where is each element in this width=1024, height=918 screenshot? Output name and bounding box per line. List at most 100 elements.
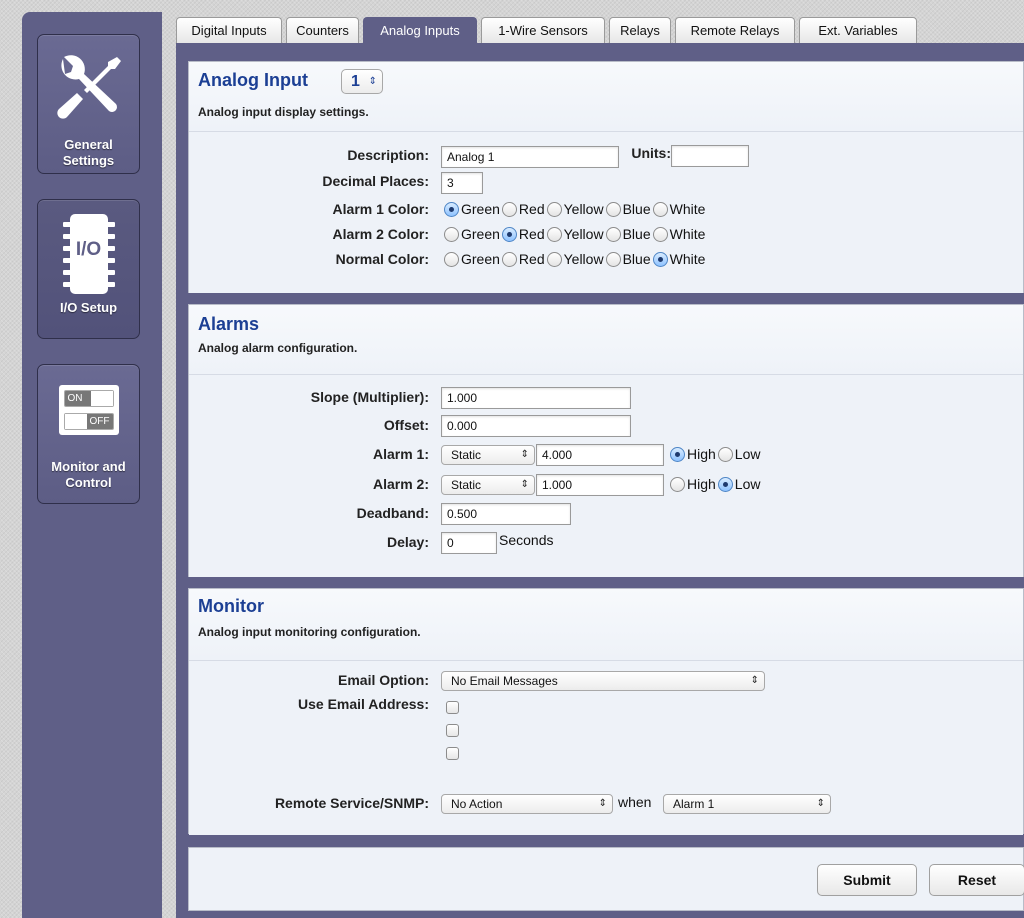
email-address-checkbox-1[interactable] [446,701,459,714]
panel-title: Alarms [198,314,260,334]
offset-input[interactable] [441,415,631,437]
sidebar-item-label: General Settings [62,137,115,168]
monitor-panel: Monitor Analog input monitoring configur… [188,588,1024,835]
panel-subtitle: Analog alarm configuration. [198,341,358,355]
option-label: White [669,201,706,217]
tab-1-wire-sensors[interactable]: 1-Wire Sensors [481,17,605,44]
select-value: Alarm 1 [673,797,715,811]
panel-subtitle: Analog input display settings. [198,105,369,119]
submit-button[interactable]: Submit [817,864,917,896]
alarm2-high-radio[interactable] [670,476,685,492]
alarm1-color-green-radio[interactable] [444,201,459,217]
description-label: Description: [347,147,429,163]
alarm2-color-group: Green Red Yellow Blue White [444,226,707,242]
option-label: Red [518,251,545,267]
alarm1-high-radio[interactable] [670,446,685,462]
panel-title: Analog Input [198,70,308,90]
alarm1-color-blue-radio[interactable] [605,201,621,217]
when-label: when [618,794,652,810]
slope-label: Slope (Multiplier): [310,389,429,405]
units-input[interactable] [671,145,749,167]
description-input[interactable] [441,146,619,168]
remote-service-label: Remote Service/SNMP: [274,795,429,811]
alarm2-mode-select[interactable]: Static ⇕ [441,475,535,495]
select-value: No Action [451,797,503,811]
alarm1-color-red-radio[interactable] [501,201,517,217]
alarm2-value-input[interactable] [536,474,664,496]
email-address-checkbox-2[interactable] [446,724,459,737]
tab-counters[interactable]: Counters [286,17,359,44]
deadband-input[interactable] [441,503,571,525]
sidebar-item-io-setup[interactable]: I/O I/O Setup [37,199,140,339]
option-label: Blue [622,226,651,242]
normal-color-group: Green Red Yellow Blue White [444,251,707,267]
alarm2-color-red-radio[interactable] [501,226,517,242]
alarm1-color-white-radio[interactable] [652,201,668,217]
content-area: Analog Input 1 ⇕ Analog input display se… [176,43,1024,918]
deadband-label: Deadband: [356,505,429,521]
normal-color-yellow-radio[interactable] [546,251,562,267]
option-label: Yellow [563,251,604,267]
offset-label: Offset: [383,417,429,433]
action-bar: Submit Reset [188,847,1024,911]
alarm1-direction-group: High Low [670,446,762,462]
option-label: Green [461,201,500,217]
select-value: No Email Messages [451,674,558,688]
chevron-updown-icon: ⇕ [520,449,529,460]
delay-label: Delay: [386,534,429,550]
tab-ext-variables[interactable]: Ext. Variables [799,17,917,44]
units-label: Units: [631,145,671,161]
delay-input[interactable] [441,532,497,554]
use-email-address-label: Use Email Address: [298,696,429,712]
alarm2-low-radio[interactable] [717,476,733,492]
when-trigger-select[interactable]: Alarm 1 ⇕ [663,794,831,814]
switch-on-text: ON [67,393,83,404]
sidebar-item-general-settings[interactable]: General Settings [37,34,140,174]
chevron-updown-icon: ⇕ [520,479,529,490]
option-label: Yellow [563,201,604,217]
sidebar-item-monitor-and-control[interactable]: ON OFF Monitor and Control [37,364,140,504]
normal-color-label: Normal Color: [335,251,429,267]
panel-subtitle: Analog input monitoring configuration. [198,625,421,639]
analog-input-panel: Analog Input 1 ⇕ Analog input display se… [188,61,1024,293]
alarm1-value-input[interactable] [536,444,664,466]
chip-text: I/O [75,239,102,260]
alarm2-color-white-radio[interactable] [652,226,668,242]
option-label: High [687,446,716,462]
normal-color-red-radio[interactable] [501,251,517,267]
alarm2-color-yellow-radio[interactable] [546,226,562,242]
decimal-places-input[interactable] [441,172,483,194]
alarm1-label: Alarm 1: [372,446,429,462]
normal-color-blue-radio[interactable] [605,251,621,267]
option-label: Yellow [563,226,604,242]
delay-units: Seconds [499,532,554,548]
tab-digital-inputs[interactable]: Digital Inputs [176,17,282,44]
email-address-checkbox-3[interactable] [446,747,459,760]
option-label: Low [734,446,761,462]
alarm2-color-green-radio[interactable] [444,226,459,242]
tab-analog-inputs[interactable]: Analog Inputs [363,17,477,46]
alarm1-color-group: Green Red Yellow Blue White [444,201,707,217]
alarm2-color-blue-radio[interactable] [605,226,621,242]
option-label: High [687,476,716,492]
alarm1-low-radio[interactable] [717,446,733,462]
alarm1-color-yellow-radio[interactable] [546,201,562,217]
analog-input-selector[interactable]: 1 ⇕ [341,69,383,94]
alarm1-mode-select[interactable]: Static ⇕ [441,445,535,465]
select-value: Static [451,478,482,492]
tab-remote-relays[interactable]: Remote Relays [675,17,795,44]
email-option-select[interactable]: No Email Messages ⇕ [441,671,765,691]
sidebar-item-label: I/O Setup [59,300,118,315]
option-label: White [669,226,706,242]
tab-relays[interactable]: Relays [609,17,671,44]
slope-input[interactable] [441,387,631,409]
reset-button[interactable]: Reset [929,864,1024,896]
chevron-updown-icon: ⇕ [816,798,825,809]
on-off-switch-icon: ON OFF [38,385,139,435]
alarm2-label: Alarm 2: [372,476,429,492]
normal-color-green-radio[interactable] [444,251,459,267]
normal-color-white-radio[interactable] [652,251,668,267]
tools-icon [38,49,139,125]
alarm2-color-label: Alarm 2 Color: [332,226,429,242]
remote-service-select[interactable]: No Action ⇕ [441,794,613,814]
